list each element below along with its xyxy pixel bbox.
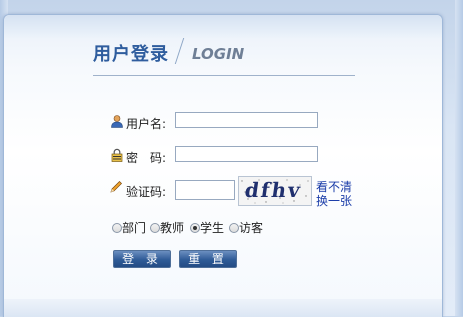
username-input[interactable] xyxy=(175,112,318,128)
lock-icon xyxy=(111,148,123,162)
refresh-captcha-line2: 换一张 xyxy=(316,194,353,208)
login-button[interactable]: 登 录 xyxy=(113,250,171,268)
radio-button[interactable] xyxy=(229,223,239,233)
refresh-captcha-line1: 看不清 xyxy=(316,180,353,194)
captcha-text: dfhv xyxy=(243,178,304,202)
captcha-label: 验证码: xyxy=(126,185,167,199)
captcha-input[interactable] xyxy=(175,180,235,200)
password-input[interactable] xyxy=(175,146,318,162)
role-label-student: 学生 xyxy=(200,221,225,235)
username-label: 用户名: xyxy=(126,117,167,131)
role-radio-department[interactable]: 部门 xyxy=(112,219,146,236)
role-radio-teacher[interactable]: 教师 xyxy=(150,219,184,236)
panel-footer-bar xyxy=(4,299,442,317)
role-label-department: 部门 xyxy=(122,221,147,235)
role-radio-visitor[interactable]: 访客 xyxy=(229,219,263,236)
radio-button[interactable] xyxy=(112,223,122,233)
right-border-strip xyxy=(455,0,463,316)
login-title: 用户登录 xyxy=(93,44,169,65)
radio-button-checked[interactable] xyxy=(190,223,200,233)
captcha-image[interactable]: dfhv xyxy=(238,176,312,206)
password-label: 密 码: xyxy=(126,151,167,165)
panel-header-bar xyxy=(4,15,442,39)
refresh-captcha-link[interactable]: 看不清 换一张 xyxy=(316,180,352,208)
user-icon xyxy=(111,115,123,128)
role-label-visitor: 访客 xyxy=(239,221,264,235)
role-radio-student[interactable]: 学生 xyxy=(190,219,224,236)
reset-button[interactable]: 重 置 xyxy=(179,250,237,268)
radio-button[interactable] xyxy=(150,223,160,233)
login-title-english: LOGIN xyxy=(192,45,245,63)
pencil-icon xyxy=(110,181,122,193)
role-label-teacher: 教师 xyxy=(160,221,185,235)
title-underline xyxy=(93,75,355,76)
